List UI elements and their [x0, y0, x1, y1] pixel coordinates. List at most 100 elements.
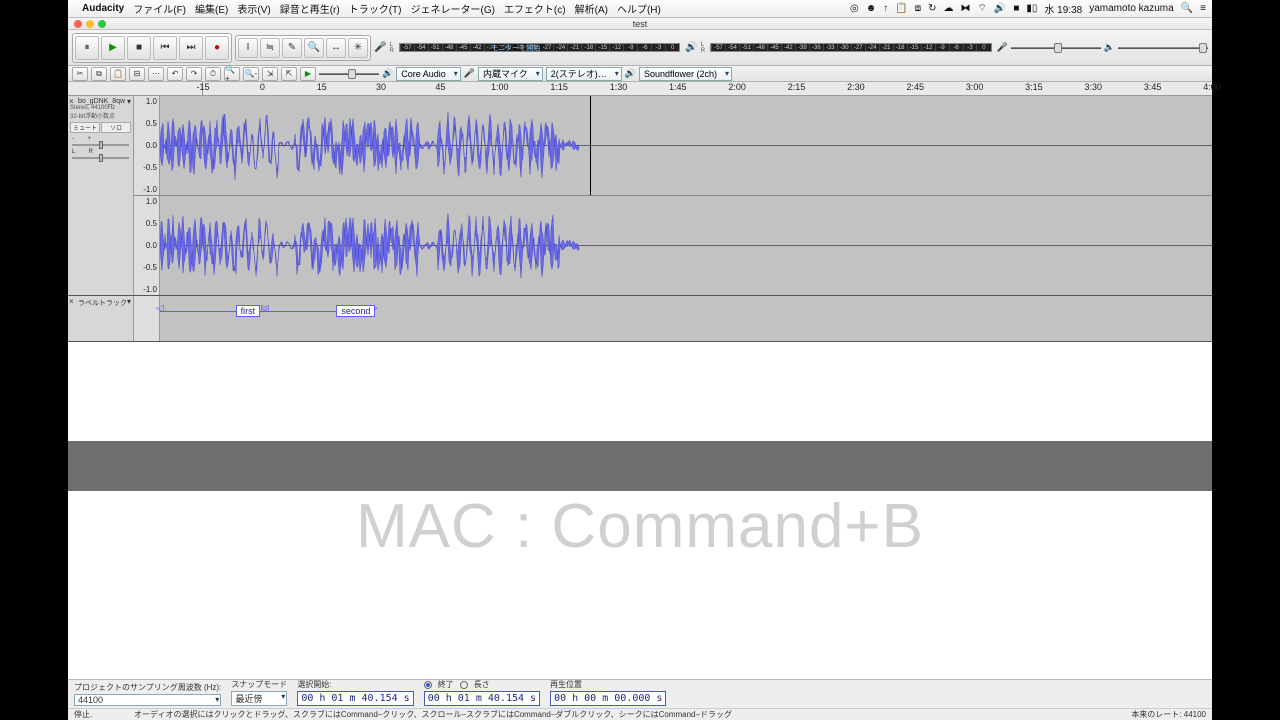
multi-tool[interactable]: ✳	[348, 38, 368, 58]
mac-menubar: Audacity ファイル(F) 編集(E) 表示(V) 録音と再生(r) トラ…	[68, 0, 1212, 18]
timeline-tick: 3:00	[966, 82, 984, 92]
playback-volume-slider[interactable]	[1118, 42, 1208, 54]
recording-meter[interactable]: -57-54-51-48-45-42-39-36-33-30-27-24-21-…	[399, 43, 680, 52]
gain-slider[interactable]: - +	[72, 136, 129, 146]
solo-button[interactable]: ソロ	[101, 122, 131, 133]
track-menu-button[interactable]: ▾	[127, 97, 131, 106]
pan-slider[interactable]: L R	[72, 149, 129, 159]
transport-toolbar: ⏸ ▶ ■ ⏮ ⏭ ● I ≒ ✎ 🔍 ↔ ✳ 🎤 LR -57-54-51-4…	[68, 30, 1212, 66]
playback-meter[interactable]: -57-54-51-48-45-42-39-36-33-30-27-24-21-…	[710, 43, 991, 52]
timeshift-tool[interactable]: ↔	[326, 38, 346, 58]
selection-toolbar: プロジェクトのサンプリング周波数 (Hz): 44100 スナップモード 最近傍…	[68, 679, 1212, 720]
menu-tracks[interactable]: トラック(T)	[349, 1, 402, 16]
fit-selection-button[interactable]: ⇲	[262, 67, 278, 81]
envelope-tool[interactable]: ≒	[260, 38, 280, 58]
zoom-tool[interactable]: 🔍	[304, 38, 324, 58]
amplitude-ruler: 1.00.50.0-0.5-1.0	[134, 196, 160, 296]
selection-end-timecode[interactable]: 00 h 01 m 40.154 s	[424, 691, 540, 706]
mute-button[interactable]: ミュート	[70, 122, 100, 133]
radio-end[interactable]	[424, 681, 432, 689]
playback-speed-slider[interactable]	[319, 68, 379, 80]
selection-start-timecode[interactable]: 00 h 01 m 40.154 s	[297, 691, 413, 706]
menu-transport[interactable]: 録音と再生(r)	[280, 1, 340, 16]
label-text[interactable]: first	[236, 305, 261, 317]
menu-effect[interactable]: エフェクト(c)	[504, 1, 566, 16]
close-button[interactable]	[74, 20, 82, 28]
menu-generate[interactable]: ジェネレーター(G)	[410, 1, 494, 16]
undo-button[interactable]: ↶	[167, 67, 183, 81]
waveform-right[interactable]	[160, 196, 1212, 296]
playback-device-select[interactable]: Soundflower (2ch)	[639, 67, 732, 81]
timeline-tick: 3:15	[1025, 82, 1043, 92]
user-name: yamamoto kazuma	[1089, 3, 1173, 14]
radio-length[interactable]	[460, 681, 468, 689]
selection-tool[interactable]: I	[238, 38, 258, 58]
timeline-tick: 45	[435, 82, 445, 92]
redo-button[interactable]: ↷	[186, 67, 202, 81]
silence-button[interactable]: ⋯	[148, 67, 164, 81]
waveform-left[interactable]	[160, 96, 1212, 195]
play-button[interactable]: ▶	[101, 36, 125, 60]
timeline-tick: 30	[376, 82, 386, 92]
draw-tool[interactable]: ✎	[282, 38, 302, 58]
label-region[interactable]: ◁ second ▷	[265, 304, 374, 318]
stop-button[interactable]: ■	[127, 36, 151, 60]
speaker-slider-icon: 🔈	[1104, 42, 1115, 53]
audio-position-timecode[interactable]: 00 h 00 m 00.000 s	[550, 691, 666, 706]
ime-icon: ■	[1013, 3, 1019, 14]
host-icon: 🔊	[382, 68, 393, 79]
cut-button[interactable]: ✂	[72, 67, 88, 81]
fit-project-button[interactable]: ⇱	[281, 67, 297, 81]
snap-select[interactable]: 最近傍	[231, 691, 287, 706]
menu-analyze[interactable]: 解析(A)	[575, 1, 608, 16]
snap-label: スナップモード	[231, 679, 287, 690]
label-text[interactable]: second	[336, 305, 375, 317]
menu-view[interactable]: 表示(V)	[237, 1, 270, 16]
skip-start-button[interactable]: ⏮	[153, 36, 177, 60]
track-close-button[interactable]: ×	[69, 97, 74, 106]
clipboard-icon: 📋	[895, 3, 907, 14]
recording-volume-slider[interactable]	[1011, 42, 1101, 54]
record-button[interactable]: ●	[205, 36, 229, 60]
project-rate-select[interactable]: 44100	[74, 694, 221, 706]
pause-button[interactable]: ⏸	[75, 36, 99, 60]
spotlight-icon[interactable]: 🔍	[1181, 3, 1193, 14]
zoom-button[interactable]	[98, 20, 106, 28]
track-menu-button[interactable]: ▾	[127, 297, 131, 306]
speaker-icon: 🔊	[685, 42, 697, 53]
label-handle-left[interactable]: ◁	[261, 303, 269, 319]
menu-file[interactable]: ファイル(F)	[133, 1, 186, 16]
label-track-panel: × ▾ ラベルトラック	[68, 296, 134, 341]
audio-host-select[interactable]: Core Audio	[396, 67, 461, 81]
label-track-name: ラベルトラック	[78, 298, 133, 308]
caption-overlay: MAC : Command+B	[68, 441, 1212, 491]
recording-device-select[interactable]: 内蔵マイク	[478, 67, 543, 81]
status-icon: ↑	[883, 3, 888, 14]
track-panel: × ▾ bo_gDNK_8qw Stereo, 44100Hz 32-bit浮動…	[68, 96, 134, 295]
paste-button[interactable]: 📋	[110, 67, 126, 81]
playhead-cursor	[590, 96, 591, 195]
sync-lock-button[interactable]: ⏱	[205, 67, 221, 81]
label-region[interactable]: ◁ first ▷	[160, 304, 265, 318]
minimize-button[interactable]	[86, 20, 94, 28]
timeline-tick: 1:45	[669, 82, 687, 92]
menu-help[interactable]: ヘルプ(H)	[617, 1, 661, 16]
menu-edit[interactable]: 編集(E)	[195, 1, 228, 16]
mic-slider-icon: 🎤	[997, 42, 1008, 53]
notifications-icon[interactable]: ≡	[1200, 3, 1206, 14]
label-track-body[interactable]: ◁ first ▷ ◁ second ▷	[160, 296, 1212, 341]
menu-app[interactable]: Audacity	[82, 3, 124, 14]
track-close-button[interactable]: ×	[69, 297, 74, 306]
zoom-out-button[interactable]: 🔍-	[243, 67, 259, 81]
trim-button[interactable]: ⊟	[129, 67, 145, 81]
label-handle-left[interactable]: ◁	[156, 303, 164, 319]
zoom-in-button[interactable]: 🔍+	[224, 67, 240, 81]
timeline-tick: 3:45	[1144, 82, 1162, 92]
copy-button[interactable]: ⧉	[91, 67, 107, 81]
monitor-label[interactable]: モニターを開始	[489, 43, 542, 52]
audio-position-label: 再生位置	[550, 679, 666, 690]
recording-channels-select[interactable]: 2(ステレオ)…	[546, 67, 622, 81]
play-at-speed-button[interactable]: ▶	[300, 67, 316, 81]
timeline-ruler[interactable]: -1501530451:001:151:301:452:002:152:302:…	[68, 82, 1212, 96]
skip-end-button[interactable]: ⏭	[179, 36, 203, 60]
